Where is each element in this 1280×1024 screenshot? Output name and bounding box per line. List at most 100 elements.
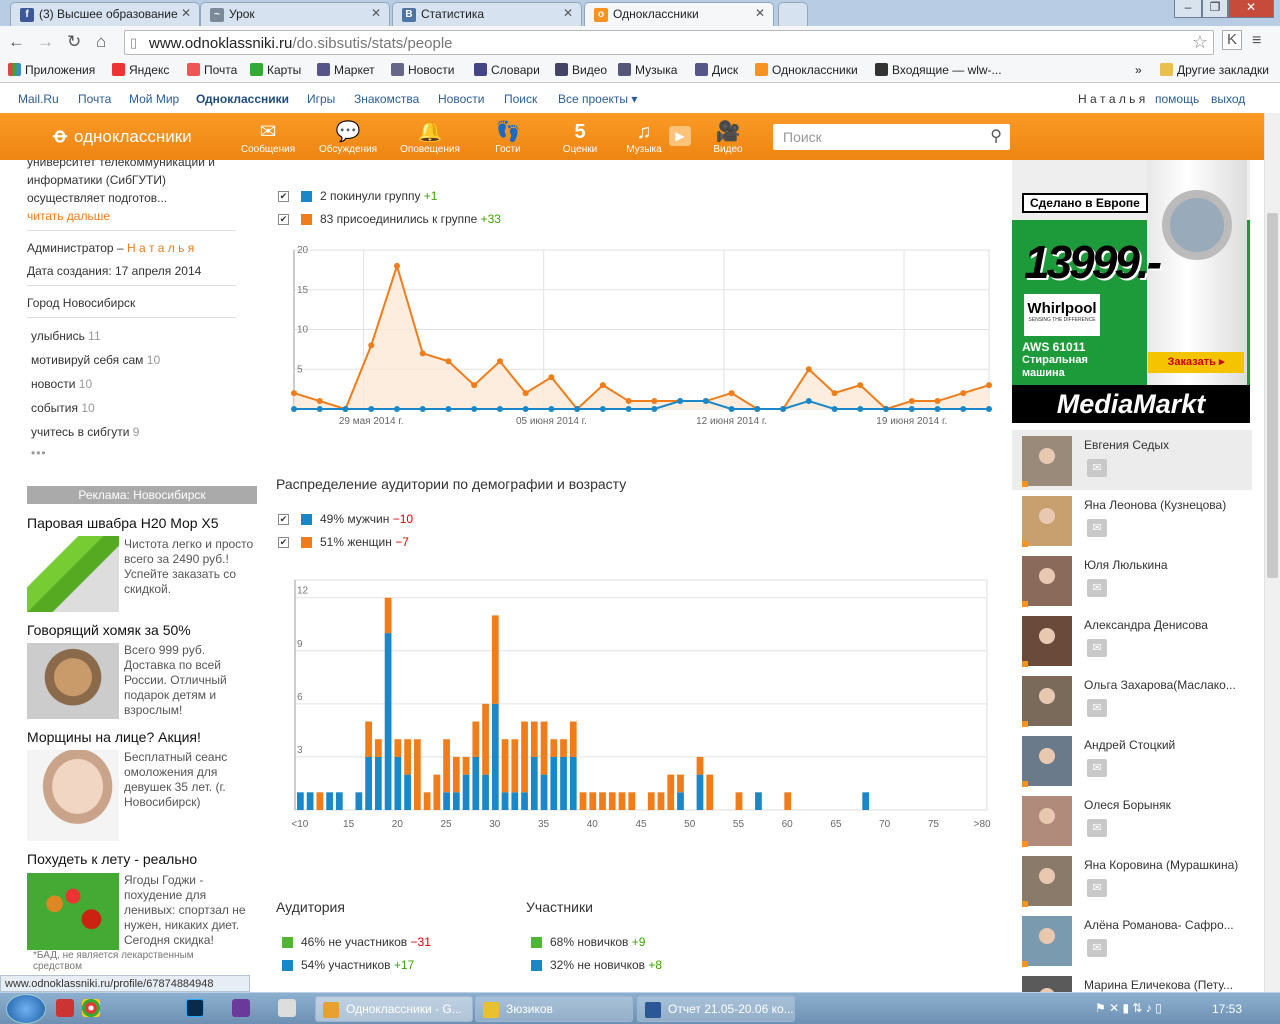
bookmark-inbox[interactable]: Входящие — wlw-... xyxy=(875,63,1002,77)
ad-image-hamster[interactable] xyxy=(27,643,119,719)
friend-item[interactable]: Яна Коровина (Мурашкина) ✉ xyxy=(1012,850,1252,910)
friend-avatar[interactable] xyxy=(1022,976,1072,992)
friend-name[interactable]: Юля Люлькина xyxy=(1084,558,1244,572)
close-icon[interactable]: ✕ xyxy=(755,6,765,20)
scrollbar[interactable] xyxy=(1264,113,1280,992)
message-icon[interactable]: ✉ xyxy=(1087,639,1107,657)
friend-name[interactable]: Яна Леонова (Кузнецова) xyxy=(1084,498,1244,512)
friend-name[interactable]: Яна Коровина (Мурашкина) xyxy=(1084,858,1244,872)
back-icon[interactable]: ← xyxy=(8,32,25,52)
checkbox-men[interactable]: ✔ xyxy=(278,514,289,525)
topic-item[interactable]: события 10 xyxy=(31,401,95,415)
friend-avatar[interactable] xyxy=(1022,796,1072,846)
friend-name[interactable]: Александра Денисова xyxy=(1084,618,1244,632)
topic-item[interactable]: новости 10 xyxy=(31,377,92,391)
message-icon[interactable]: ✉ xyxy=(1087,579,1107,597)
portal-link-odnoklassniki[interactable]: Одноклассники xyxy=(196,92,289,106)
minimize-icon[interactable]: – xyxy=(1174,0,1202,18)
nav-video[interactable]: 🎥 Видео xyxy=(692,120,764,155)
friend-item[interactable]: Евгения Седых ✉ xyxy=(1012,430,1252,490)
address-bar[interactable]: ▯ www.odnoklassniki.ru/do.sibsutis/stats… xyxy=(124,30,1214,55)
friend-name[interactable]: Марина Еличекова (Пету... xyxy=(1084,978,1244,992)
message-icon[interactable]: ✉ xyxy=(1087,819,1107,837)
more-topics-button[interactable]: ••• xyxy=(31,446,47,460)
visualstudio-icon[interactable] xyxy=(232,999,250,1017)
ok-logo[interactable]: одноклассники xyxy=(74,127,192,147)
ok-logo-icon[interactable]: ꝋ xyxy=(53,123,67,148)
bookmark-yandex[interactable]: Яндекс xyxy=(112,63,169,77)
nav-ratings[interactable]: 5 Оценки xyxy=(544,120,616,155)
close-icon[interactable]: ✕ xyxy=(181,6,191,20)
photoshop-icon[interactable] xyxy=(186,999,204,1017)
friend-item[interactable]: Марина Еличекова (Пету...✉ xyxy=(1012,970,1252,992)
checkbox-women[interactable]: ✔ xyxy=(278,537,289,548)
tab-odnoklassniki[interactable]: o Одноклассники ✕ xyxy=(584,2,774,26)
friend-name[interactable]: Алёна Романова- Сафро... xyxy=(1084,918,1244,932)
close-icon[interactable]: ✕ xyxy=(371,6,381,20)
friend-name[interactable]: Андрей Стоцкий xyxy=(1084,738,1244,752)
portal-link-pochta[interactable]: Почта xyxy=(78,92,111,106)
banner-order-button[interactable]: Заказать ▸ xyxy=(1148,352,1244,373)
friend-avatar[interactable] xyxy=(1022,856,1072,906)
friend-avatar[interactable] xyxy=(1022,616,1072,666)
quicklaunch-icon[interactable] xyxy=(56,999,74,1017)
bookmark-slovari[interactable]: Словари xyxy=(474,63,540,77)
read-more-link[interactable]: читать дальше xyxy=(27,209,110,223)
ad-title[interactable]: Паровая швабра H20 Mop X5 xyxy=(27,515,219,531)
bookmark-apps[interactable]: Приложения xyxy=(8,63,95,77)
friend-name[interactable]: Олеся Борыняк xyxy=(1084,798,1244,812)
nav-messages[interactable]: ✉ Сообщения xyxy=(232,120,304,155)
checkbox-joined[interactable]: ✔ xyxy=(278,214,289,225)
menu-icon[interactable]: ≡ xyxy=(1252,32,1261,50)
logout-link[interactable]: выход xyxy=(1211,92,1245,106)
taskbar-app-folder[interactable]: Зюзиков xyxy=(475,996,633,1022)
ad-banner[interactable]: Сделано в Европе 13999.- Whirlpool SENSIN… xyxy=(1012,160,1250,423)
portal-link-novosti[interactable]: Новости xyxy=(438,92,484,106)
friend-name[interactable]: Евгения Седых xyxy=(1084,438,1244,452)
message-icon[interactable]: ✉ xyxy=(1087,699,1107,717)
friend-avatar[interactable] xyxy=(1022,496,1072,546)
friend-avatar[interactable] xyxy=(1022,736,1072,786)
topic-item[interactable]: улыбнись 11 xyxy=(31,329,101,343)
home-icon[interactable]: ⌂ xyxy=(96,32,106,52)
star-icon[interactable]: ☆ xyxy=(1192,32,1208,53)
search-input[interactable]: Поиск ⚲ xyxy=(773,124,1010,150)
friend-avatar[interactable] xyxy=(1022,556,1072,606)
bookmark-video[interactable]: Видео xyxy=(555,63,607,77)
extension-icon[interactable]: K xyxy=(1222,30,1242,50)
checkbox-left[interactable]: ✔ xyxy=(278,191,289,202)
portal-link-poisk[interactable]: Поиск xyxy=(504,92,537,106)
ad-image-berries[interactable] xyxy=(27,873,119,950)
portal-link-moi-mir[interactable]: Мой Мир xyxy=(129,92,179,106)
bookmark-novosti[interactable]: Новости xyxy=(391,63,454,77)
friend-name[interactable]: Ольга Захарова(Маслако... xyxy=(1084,678,1244,692)
portal-user-name[interactable]: Н а т а л ь я xyxy=(1078,92,1145,106)
friend-item[interactable]: Андрей Стоцкий ✉ xyxy=(1012,730,1252,790)
forward-icon[interactable]: → xyxy=(37,32,54,52)
tab-facebook[interactable]: f (3) Высшее образование ✕ xyxy=(10,2,200,26)
portal-link-znakomstva[interactable]: Знакомства xyxy=(354,92,419,106)
bookmark-pochta[interactable]: Почта xyxy=(187,63,237,77)
friend-item[interactable]: Александра Денисова ✉ xyxy=(1012,610,1252,670)
message-icon[interactable]: ✉ xyxy=(1087,879,1107,897)
scrollbar-thumb[interactable] xyxy=(1267,213,1278,578)
bookmark-disk[interactable]: Диск xyxy=(695,63,738,77)
tray-icons[interactable]: ⚑ ✕ ▮ ⇅ ♪ ▯ xyxy=(1095,1001,1162,1015)
taskbar-app-chrome[interactable]: Одноклассники - G... xyxy=(315,996,473,1022)
help-link[interactable]: помощь xyxy=(1155,92,1199,106)
bookmarks-more[interactable]: » xyxy=(1135,63,1142,77)
other-bookmarks[interactable]: Другие закладки xyxy=(1160,63,1269,77)
friend-avatar[interactable] xyxy=(1022,676,1072,726)
nav-guests[interactable]: 👣 Гости xyxy=(472,120,544,155)
play-icon[interactable]: ▶ xyxy=(669,126,691,146)
portal-link-all-projects[interactable]: Все проекты ▾ xyxy=(558,92,637,106)
nav-notifications[interactable]: 🔔 Оповещения xyxy=(394,120,466,155)
friend-avatar[interactable] xyxy=(1022,436,1072,486)
friend-item[interactable]: Олеся Борыняк ✉ xyxy=(1012,790,1252,850)
calculator-icon[interactable] xyxy=(278,999,296,1017)
close-window-icon[interactable]: ✕ xyxy=(1228,0,1274,18)
message-icon[interactable]: ✉ xyxy=(1087,519,1107,537)
taskbar-app-word[interactable]: Отчет 21.05-20.06 ко... xyxy=(637,996,795,1022)
clock[interactable]: 17:53 xyxy=(1212,1002,1242,1016)
tab-statistika[interactable]: B Статистика ✕ xyxy=(392,2,582,26)
